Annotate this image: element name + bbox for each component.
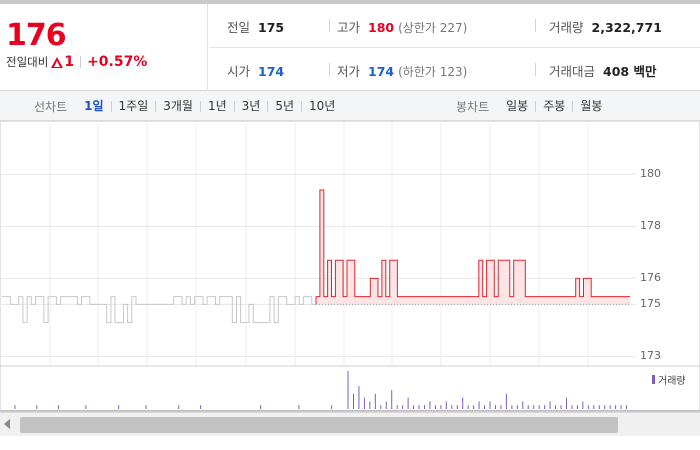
stat-separator	[535, 19, 536, 32]
chart-scrollbar[interactable]	[0, 412, 700, 436]
stat-value: 408 백만	[603, 64, 657, 79]
quote-summary: 176 전일대비 1 +0.57%	[0, 4, 208, 90]
period-bar: 선차트 1일 1주일 3개월 1년 3년 5년 10년 봉차트 일봉 주봉 월봉	[0, 91, 700, 121]
today-line	[316, 189, 630, 298]
stat-label: 고가	[337, 20, 361, 35]
volume-legend-swatch	[652, 375, 655, 384]
stat-value: 174	[368, 64, 395, 79]
stats-divider	[209, 47, 700, 48]
y-tick-label: 180	[640, 167, 661, 181]
previous-day-series	[2, 296, 316, 324]
y-tick-label: 178	[640, 219, 661, 233]
candle-daily[interactable]: 일봉	[499, 100, 535, 112]
stat-label: 전일	[227, 20, 251, 35]
quote-header: 176 전일대비 1 +0.57% 전일 175 고가 180 (상한가 227…	[0, 4, 700, 91]
stat-label: 시가	[227, 64, 251, 79]
stat-label: 거래량	[549, 20, 584, 35]
change-row: 전일대비 1 +0.57%	[6, 54, 147, 70]
scroll-thumb[interactable]	[20, 417, 618, 433]
stat-value: 180	[368, 20, 395, 35]
y-tick-label: 175	[640, 297, 661, 311]
volume-legend-label: 거래량	[658, 376, 686, 387]
upper-limit: (상한가 227)	[398, 21, 468, 35]
stat-prev-close: 전일 175	[227, 17, 284, 36]
current-price: 176	[6, 18, 67, 53]
stat-label: 저가	[337, 64, 361, 79]
y-tick-label: 176	[640, 271, 661, 285]
line-chart-periods: 선차트 1일 1주일 3개월 1년 3년 5년 10년	[34, 91, 342, 121]
period-1w[interactable]: 1주일	[110, 100, 156, 112]
change-separator	[80, 56, 82, 68]
stat-volume: 거래량 2,322,771	[549, 17, 662, 36]
change-percent: +0.57%	[87, 54, 148, 70]
candle-weekly[interactable]: 주봉	[535, 100, 572, 112]
stat-separator	[329, 19, 330, 32]
today-fill	[316, 190, 630, 305]
candle-chart-periods: 봉차트 일봉 주봉 월봉	[456, 91, 609, 121]
change-label: 전일대비	[6, 55, 49, 69]
candle-monthly[interactable]: 월봉	[572, 100, 609, 112]
period-3y[interactable]: 3년	[233, 100, 268, 112]
lower-limit: (하한가 123)	[398, 65, 468, 79]
change-value: 1	[64, 54, 75, 70]
volume-bars	[14, 371, 628, 409]
stat-amount: 거래대금 408 백만	[549, 61, 656, 80]
period-1y[interactable]: 1년	[199, 100, 234, 112]
price-chart[interactable]	[0, 121, 700, 412]
previous-day-line	[2, 296, 316, 324]
period-3m[interactable]: 3개월	[155, 100, 200, 112]
period-10y[interactable]: 10년	[301, 100, 342, 112]
stat-high: 고가 180 (상한가 227)	[337, 17, 467, 36]
stat-low: 저가 174 (하한가 123)	[337, 61, 467, 80]
quote-stats: 전일 175 고가 180 (상한가 227) 거래량 2,322,771 시가…	[209, 4, 700, 90]
today-series	[315, 189, 630, 305]
stat-separator	[329, 63, 330, 76]
period-5y[interactable]: 5년	[267, 100, 301, 112]
stat-value: 2,322,771	[591, 20, 662, 35]
stat-label: 거래대금	[549, 64, 596, 79]
period-1d[interactable]: 1일	[77, 100, 110, 112]
stat-open: 시가 174	[227, 61, 284, 80]
line-chart-label: 선차트	[34, 99, 68, 114]
stat-separator	[535, 63, 536, 76]
stat-value: 175	[258, 20, 285, 35]
volume-legend: 거래량	[652, 372, 686, 387]
stat-value: 174	[258, 64, 285, 79]
y-tick-label: 173	[640, 349, 661, 363]
up-triangle-icon	[51, 56, 64, 68]
candle-chart-label: 봉차트	[456, 99, 490, 114]
scroll-left-icon[interactable]	[4, 419, 10, 429]
